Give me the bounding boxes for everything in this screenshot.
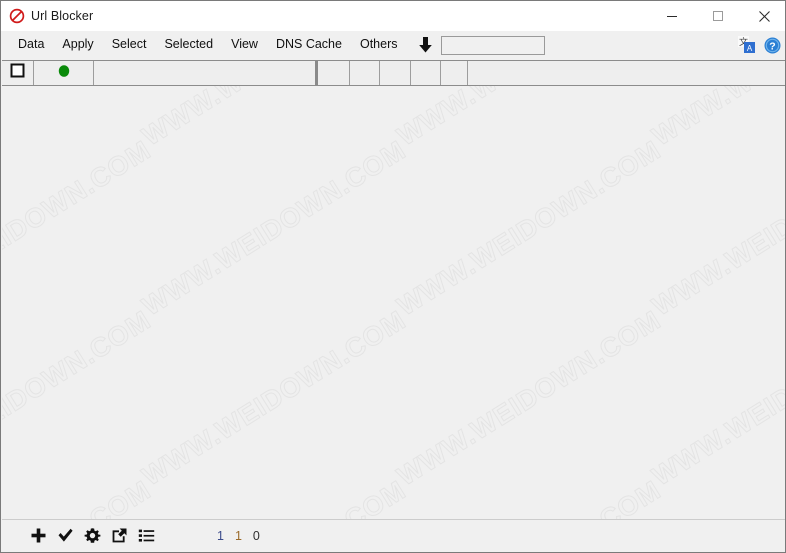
maximize-button[interactable] <box>695 1 741 31</box>
menu-item-data[interactable]: Data <box>9 33 53 57</box>
watermark-text: WWW.WEIDOWN.COM <box>647 304 786 492</box>
help-icon[interactable]: ? <box>764 37 781 54</box>
url-blocker-window: Url Blocker Data Apply Select Selected V… <box>0 0 786 553</box>
counter-blocked: 0 <box>252 528 260 543</box>
watermark-text: WWW.WEIDOWN.COM <box>392 474 667 520</box>
watermark-text: WWW.WEIDOWN.COM <box>647 474 785 520</box>
watermark-text: WWW.WEIDOWN.COM <box>2 474 157 520</box>
download-arrow-icon[interactable] <box>418 36 433 54</box>
watermark-text: WWW.WEIDOWN.COM <box>2 304 157 492</box>
checkbox-icon[interactable] <box>10 63 25 83</box>
watermark-text: WWW.WEIDOWN.COM <box>137 474 412 520</box>
list-column-headers <box>2 60 785 86</box>
svg-text:?: ? <box>769 40 775 52</box>
window-controls <box>649 1 785 31</box>
counter-total: 1 <box>217 528 224 543</box>
menu-item-apply[interactable]: Apply <box>53 33 102 57</box>
header-column-9[interactable] <box>468 61 785 85</box>
header-column-5[interactable] <box>350 61 380 85</box>
watermark-text: WWW.WEIDOWN.COM <box>137 304 412 492</box>
watermark-text: WWW.WEIDOWN.COM <box>137 134 412 322</box>
watermark-text: WWW.WEIDOWN.COM <box>392 304 667 492</box>
menubar: Data Apply Select Selected View DNS Cach… <box>1 31 785 59</box>
prohibition-icon <box>3 1 31 31</box>
close-button[interactable] <box>741 1 785 31</box>
list-icon[interactable] <box>138 527 155 544</box>
watermark-text: WWW.WEIDOWN.COM <box>2 134 157 322</box>
header-column-6[interactable] <box>380 61 411 85</box>
watermark-text: WWW.WEIDOWN.COM <box>392 134 667 322</box>
menubar-right-icons: 文 A ? <box>738 31 781 59</box>
header-status-column[interactable] <box>34 61 94 85</box>
statusbar: 1 1 0 <box>2 519 785 551</box>
minimize-button[interactable] <box>649 1 695 31</box>
titlebar: Url Blocker <box>1 1 785 31</box>
header-column-8[interactable] <box>441 61 468 85</box>
list-body[interactable]: WWW.WEIDOWN.COM WWW.WEIDOWN.COM WWW.WEID… <box>2 86 786 520</box>
settings-gear-icon[interactable] <box>84 527 101 544</box>
menu-item-view[interactable]: View <box>222 33 267 57</box>
watermark-text: WWW.WEIDOWN.COM <box>137 86 412 152</box>
search-input[interactable] <box>441 35 546 55</box>
green-dot-icon <box>57 64 71 83</box>
translate-icon[interactable]: 文 A <box>738 36 756 54</box>
menu-item-others[interactable]: Others <box>351 33 407 57</box>
counter-active: 1 <box>234 528 242 543</box>
watermark-layer: WWW.WEIDOWN.COM WWW.WEIDOWN.COM WWW.WEID… <box>2 86 786 520</box>
header-column-4[interactable] <box>318 61 350 85</box>
header-url-column[interactable] <box>94 61 318 85</box>
watermark-text: WWW.WEIDOWN.COM <box>647 86 785 152</box>
menu-item-select[interactable]: Select <box>103 33 156 57</box>
header-checkbox-column[interactable] <box>2 61 34 85</box>
window-title: Url Blocker <box>31 9 94 23</box>
watermark-text: WWW.WEIDOWN.COM <box>392 86 667 152</box>
svg-text:A: A <box>747 44 753 53</box>
add-icon[interactable] <box>30 527 47 544</box>
menu-item-selected[interactable]: Selected <box>155 33 222 57</box>
watermark-text: WWW.WEIDOWN.COM <box>2 86 157 152</box>
header-column-7[interactable] <box>411 61 441 85</box>
watermark-text: WWW.WEIDOWN.COM <box>647 134 786 322</box>
export-icon[interactable] <box>111 527 128 544</box>
statusbar-counters: 1 1 0 <box>217 529 260 543</box>
check-icon[interactable] <box>57 527 74 544</box>
statusbar-actions <box>30 527 155 544</box>
menu-item-dns-cache[interactable]: DNS Cache <box>267 33 351 57</box>
